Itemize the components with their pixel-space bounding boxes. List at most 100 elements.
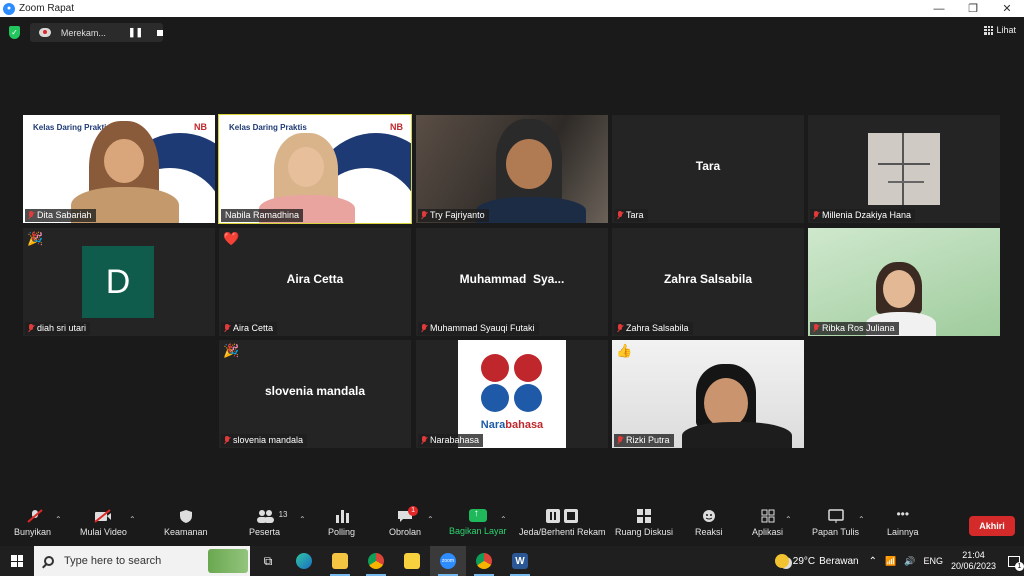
temperature: 29°C [792, 555, 816, 567]
video-tile[interactable]: Kelas Daring Praktis NB Dita Sabariah [23, 115, 215, 223]
video-tile[interactable]: Ribka Ros Juliana [808, 228, 1000, 336]
word-button[interactable]: W [502, 546, 538, 576]
participant-name: Try Fajriyanto [418, 209, 489, 222]
video-tile[interactable]: 👍 Rizki Putra [612, 340, 804, 448]
volume-icon[interactable]: 🔊 [904, 556, 915, 567]
chrome-button-2[interactable] [466, 546, 502, 576]
video-tile[interactable]: Millenia Dzakiya Hana [808, 115, 1000, 223]
slide-logo: NB [194, 122, 207, 132]
stop-recording-button[interactable] [157, 29, 163, 36]
unmute-button[interactable]: Bunyikan [14, 509, 51, 537]
cloud-record-icon [39, 28, 51, 37]
edge-button[interactable] [286, 546, 322, 576]
chrome-button[interactable] [358, 546, 394, 576]
end-meeting-button[interactable]: Akhiri [969, 516, 1015, 536]
sticky-notes-button[interactable] [394, 546, 430, 576]
meeting-toolbar: Bunyikan ⌃ Mulai Video ⌃ Keamanan 13 Pes… [0, 505, 1024, 546]
participant-name: Tara [614, 209, 648, 222]
edge-icon [296, 553, 312, 569]
start-button[interactable] [0, 546, 34, 576]
slide-logo: NB [390, 122, 403, 132]
bar-chart-icon [333, 509, 351, 523]
more-button[interactable]: ••• Lainnya [887, 508, 919, 537]
muted-mic-icon [617, 436, 623, 445]
heart-reaction-icon: ❤️ [223, 231, 240, 246]
zoom-taskbar-button[interactable]: zoom [430, 546, 466, 576]
chevron-up-icon[interactable]: ⌃ [858, 515, 865, 524]
pause-stop-icon [545, 509, 579, 523]
muted-mic-icon [617, 211, 623, 220]
chevron-up-icon[interactable]: ⌃ [427, 515, 434, 524]
chevron-up-icon[interactable]: ⌃ [129, 515, 136, 524]
chevron-up-icon[interactable]: ⌃ [869, 556, 877, 567]
muted-mic-icon [28, 211, 34, 220]
muted-mic-icon [813, 211, 819, 220]
share-screen-button[interactable]: Bagikan Layar [449, 508, 507, 536]
windows-taskbar: Type here to search ⧉ zoom W 29°C Berawa… [0, 546, 1024, 576]
whiteboard-button[interactable]: Papan Tulis [812, 509, 859, 537]
search-icon [44, 556, 54, 566]
smiley-plus-icon [700, 509, 718, 523]
chevron-up-icon[interactable]: ⌃ [299, 515, 306, 524]
video-tile[interactable]: Try Fajriyanto [416, 115, 608, 223]
close-button[interactable]: ✕ [990, 0, 1024, 17]
view-label: Lihat [996, 25, 1016, 35]
apps-button[interactable]: Aplikasi [752, 509, 783, 537]
security-shield-icon[interactable]: ✓ [9, 26, 20, 39]
participants-button[interactable]: 13 Peserta [249, 509, 288, 537]
security-button[interactable]: Keamanan [164, 509, 208, 537]
file-explorer-button[interactable] [322, 546, 358, 576]
participant-name: Nabila Ramadhina [221, 209, 304, 222]
chrome-icon [476, 553, 492, 569]
maximize-button[interactable]: ❐ [956, 0, 990, 17]
taskbar-search[interactable]: Type here to search [34, 546, 250, 576]
participant-name: diah sri utari [25, 322, 91, 335]
video-tile[interactable]: Narabahasa Narabahasa [416, 340, 608, 448]
video-tile[interactable]: ❤️ Aira Cetta Aira Cetta [219, 228, 411, 336]
chat-badge: 1 [408, 506, 419, 516]
reactions-button[interactable]: Reaksi [695, 509, 723, 537]
meeting-area: ✓ Merekam... ❚❚ Lihat Kelas Daring Prakt… [0, 17, 1024, 505]
pause-stop-recording-button[interactable]: Jeda/Berhenti Rekam [519, 509, 606, 537]
breakout-rooms-button[interactable]: Ruang Diskusi [615, 509, 673, 537]
participant-video: Kelas Daring Praktis NB [219, 115, 411, 223]
muted-mic-icon [24, 509, 43, 523]
window-controls: — ❐ ✕ [922, 0, 1024, 17]
notifications-button[interactable]: 1 [1004, 546, 1024, 576]
participant-name: Aira Cetta [221, 322, 278, 335]
clock[interactable]: 21:04 20/06/2023 [951, 550, 996, 572]
minimize-button[interactable]: — [922, 0, 956, 17]
chevron-up-icon[interactable]: ⌃ [500, 515, 507, 524]
participant-name: Ribka Ros Juliana [810, 322, 899, 335]
zoom-window: ● Zoom Rapat — ❐ ✕ ✓ Merekam... ❚❚ Lihat… [0, 0, 1024, 576]
polling-button[interactable]: Polling [328, 509, 355, 537]
start-video-button[interactable]: Mulai Video [80, 509, 127, 537]
slide-banner: Kelas Daring Praktis [229, 123, 307, 132]
participant-display-name: slovenia mandala [264, 384, 366, 398]
chevron-up-icon[interactable]: ⌃ [785, 515, 792, 524]
video-tile[interactable]: 🎉 D diah sri utari [23, 228, 215, 336]
video-tile[interactable]: 🎉 slovenia mandala slovenia mandala [219, 340, 411, 448]
pause-recording-button[interactable]: ❚❚ [128, 27, 143, 38]
participant-video [868, 133, 940, 205]
video-tile[interactable]: Tara Tara [612, 115, 804, 223]
chat-bubble-icon: 1 [396, 506, 419, 523]
whiteboard-icon [827, 509, 845, 523]
zoom-logo-icon: ● [3, 2, 15, 15]
video-tile[interactable]: Zahra Salsabila Zahra Salsabila [612, 228, 804, 336]
task-view-button[interactable]: ⧉ [250, 546, 286, 576]
participant-name: slovenia mandala [221, 434, 308, 447]
time: 21:04 [962, 550, 985, 560]
view-button[interactable]: Lihat [984, 25, 1016, 35]
recording-bar: Merekam... ❚❚ [30, 23, 163, 42]
weather-widget[interactable]: 29°C Berawan [774, 554, 859, 568]
chevron-up-icon[interactable]: ⌃ [55, 515, 62, 524]
video-tile[interactable]: Muhammad Sya... Muhammad Syauqi Futaki [416, 228, 608, 336]
video-tile-active-speaker[interactable]: Kelas Daring Praktis NB Nabila Ramadhina [218, 114, 412, 224]
chat-button[interactable]: 1 Obrolan [389, 506, 421, 537]
party-reaction-icon: 🎉 [223, 343, 240, 358]
language-indicator[interactable]: ENG [923, 556, 943, 566]
participant-video: Kelas Daring Praktis NB [23, 115, 215, 223]
title-bar: ● Zoom Rapat — ❐ ✕ [0, 0, 1024, 17]
network-icon[interactable]: 📶 [885, 556, 896, 567]
